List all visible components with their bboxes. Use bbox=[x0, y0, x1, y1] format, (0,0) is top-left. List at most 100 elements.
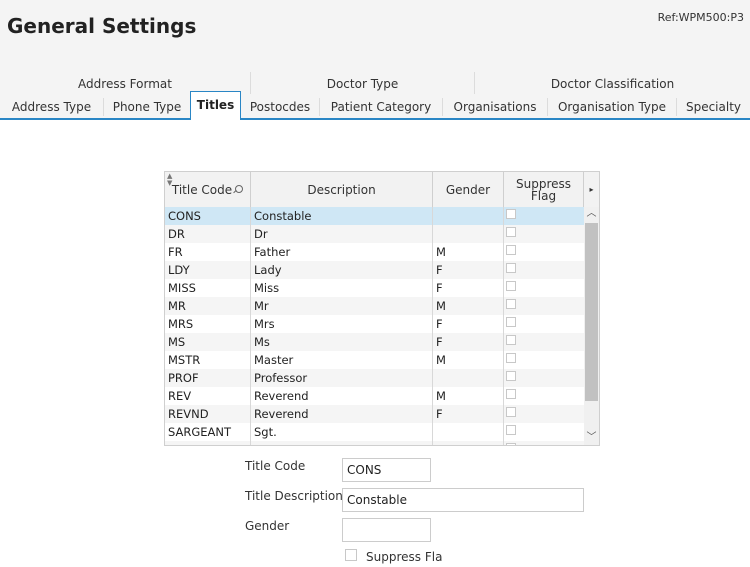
cell-title-code: MISS bbox=[168, 281, 196, 295]
suppress-flag-checkbox[interactable] bbox=[506, 335, 516, 345]
sort-icon[interactable]: ▲ ▼ bbox=[167, 173, 172, 187]
suppress-flag-checkbox[interactable] bbox=[506, 227, 516, 237]
cell-description: Lady bbox=[254, 263, 282, 277]
cell-gender: F bbox=[436, 335, 443, 349]
cell-description: Master bbox=[254, 353, 294, 367]
tab-organisations[interactable]: Organisations bbox=[443, 94, 547, 118]
cell-title-code: REV bbox=[168, 389, 192, 403]
cell-gender bbox=[433, 369, 504, 387]
cell-description: Professor bbox=[254, 371, 308, 385]
column-chooser-arrow-icon[interactable]: ▸ bbox=[584, 172, 599, 207]
page-title: General Settings bbox=[7, 14, 197, 38]
cell-description: Reverend bbox=[254, 407, 309, 421]
gender-input[interactable] bbox=[342, 518, 431, 542]
suppress-flag-checkbox[interactable] bbox=[345, 549, 357, 561]
suppress-flag-checkbox[interactable] bbox=[506, 353, 516, 363]
cell-title-code: MS bbox=[168, 335, 186, 349]
table-row[interactable]: LDY Lady F bbox=[165, 261, 584, 279]
column-header-suppress-flag[interactable]: Suppress Flag bbox=[504, 172, 584, 207]
suppress-flag-checkbox[interactable] bbox=[506, 317, 516, 327]
table-row[interactable]: MRS Mrs F bbox=[165, 315, 584, 333]
table-row[interactable]: CONS Constable bbox=[165, 207, 584, 225]
cell-title-code: SARGEANT bbox=[168, 425, 232, 439]
table-row[interactable]: MSTR Master M bbox=[165, 351, 584, 369]
cell-description: Miss bbox=[254, 281, 280, 295]
scroll-up-icon[interactable]: ︿ bbox=[584, 207, 599, 221]
table-row[interactable]: SIRSirM bbox=[165, 441, 584, 445]
cell-title-code: MSTR bbox=[168, 353, 201, 367]
tab-phone-type[interactable]: Phone Type bbox=[104, 94, 190, 118]
page-reference: Ref:WPM500:P3 bbox=[657, 11, 744, 24]
suppress-flag-checkbox[interactable] bbox=[506, 245, 516, 255]
cell-title-code: SIR bbox=[165, 441, 251, 445]
cell-title-code: LDY bbox=[168, 263, 190, 277]
tab-organisation-type[interactable]: Organisation Type bbox=[548, 94, 676, 118]
tab-underline bbox=[0, 118, 750, 120]
suppress-flag-checkbox[interactable] bbox=[506, 263, 516, 273]
cell-gender bbox=[433, 207, 504, 225]
tab-group-doctor-type: Doctor Type bbox=[326, 77, 399, 91]
grid-scrollbar[interactable]: ︿ ﹀ bbox=[584, 207, 599, 445]
grid-body: CONS Constable DR Dr FR Father M LDY Lady F MISS Mi… bbox=[165, 207, 584, 445]
suppress-flag-checkbox[interactable] bbox=[506, 443, 516, 445]
tab-bar: Address Type Phone Type Titles Postocdes… bbox=[0, 91, 750, 119]
cell-title-code: FR bbox=[168, 245, 183, 259]
title-code-input[interactable] bbox=[342, 458, 431, 482]
table-row[interactable]: MS Ms F bbox=[165, 333, 584, 351]
scroll-down-icon[interactable]: ﹀ bbox=[584, 431, 599, 445]
cell-gender: M bbox=[436, 245, 446, 259]
suppress-flag-checkbox[interactable] bbox=[506, 407, 516, 417]
cell-description: Mr bbox=[254, 299, 269, 313]
tab-specialty[interactable]: Specialty bbox=[677, 94, 750, 118]
column-header-title-code[interactable]: ▲ ▼ Title Code bbox=[165, 172, 251, 207]
table-row[interactable]: FR Father M bbox=[165, 243, 584, 261]
table-row[interactable]: SARGEANT Sgt. bbox=[165, 423, 584, 441]
title-description-label: Title Description bbox=[245, 489, 343, 503]
cell-title-code: REVND bbox=[168, 407, 209, 421]
column-header-gender[interactable]: Gender bbox=[433, 172, 504, 207]
table-row[interactable]: MR Mr M bbox=[165, 297, 584, 315]
cell-description: Constable bbox=[254, 209, 312, 223]
cell-gender: M bbox=[436, 389, 446, 403]
table-row[interactable]: MISS Miss F bbox=[165, 279, 584, 297]
active-tab-gap bbox=[191, 118, 240, 120]
cell-gender: F bbox=[436, 281, 443, 295]
tab-address-type[interactable]: Address Type bbox=[0, 94, 103, 118]
cell-gender bbox=[433, 423, 504, 441]
suppress-flag-checkbox[interactable] bbox=[506, 209, 516, 219]
cell-description: Mrs bbox=[254, 317, 275, 331]
tab-postcodes[interactable]: Postocdes bbox=[241, 94, 319, 118]
search-icon[interactable] bbox=[235, 184, 244, 193]
tab-patient-category[interactable]: Patient Category bbox=[320, 94, 442, 118]
cell-gender: F bbox=[436, 263, 443, 277]
cell-description: Reverend bbox=[254, 389, 309, 403]
header-bar: General Settings Ref:WPM500:P3 Address F… bbox=[0, 0, 750, 119]
grid-header: ▲ ▼ Title Code Description Gender Suppres… bbox=[165, 172, 599, 208]
suppress-flag-checkbox[interactable] bbox=[506, 425, 516, 435]
table-row[interactable]: PROF Professor bbox=[165, 369, 584, 387]
titles-grid: ▲ ▼ Title Code Description Gender Suppres… bbox=[164, 171, 600, 446]
cell-gender: F bbox=[436, 317, 443, 331]
gender-label: Gender bbox=[245, 519, 290, 533]
column-header-description[interactable]: Description bbox=[251, 172, 433, 207]
suppress-flag-checkbox[interactable] bbox=[506, 389, 516, 399]
suppress-flag-checkbox[interactable] bbox=[506, 371, 516, 381]
table-row[interactable]: REV Reverend M bbox=[165, 387, 584, 405]
cell-description: Sir bbox=[251, 441, 433, 445]
scroll-thumb[interactable] bbox=[585, 223, 598, 401]
cell-description: Dr bbox=[254, 227, 268, 241]
suppress-flag-checkbox[interactable] bbox=[506, 299, 516, 309]
cell-gender: M bbox=[436, 353, 446, 367]
cell-description: Ms bbox=[254, 335, 270, 349]
column-divider bbox=[503, 207, 504, 445]
tab-titles[interactable]: Titles bbox=[190, 91, 241, 119]
cell-gender: F bbox=[436, 407, 443, 421]
tab-group-doctor-classification: Doctor Classification bbox=[550, 77, 675, 91]
tab-group-row: Address Format Doctor Type Doctor Classi… bbox=[0, 72, 750, 94]
cell-title-code: PROF bbox=[168, 371, 199, 385]
cell-title-code: MRS bbox=[168, 317, 194, 331]
suppress-flag-checkbox[interactable] bbox=[506, 281, 516, 291]
title-description-input[interactable] bbox=[342, 488, 584, 512]
table-row[interactable]: DR Dr bbox=[165, 225, 584, 243]
table-row[interactable]: REVND Reverend F bbox=[165, 405, 584, 423]
